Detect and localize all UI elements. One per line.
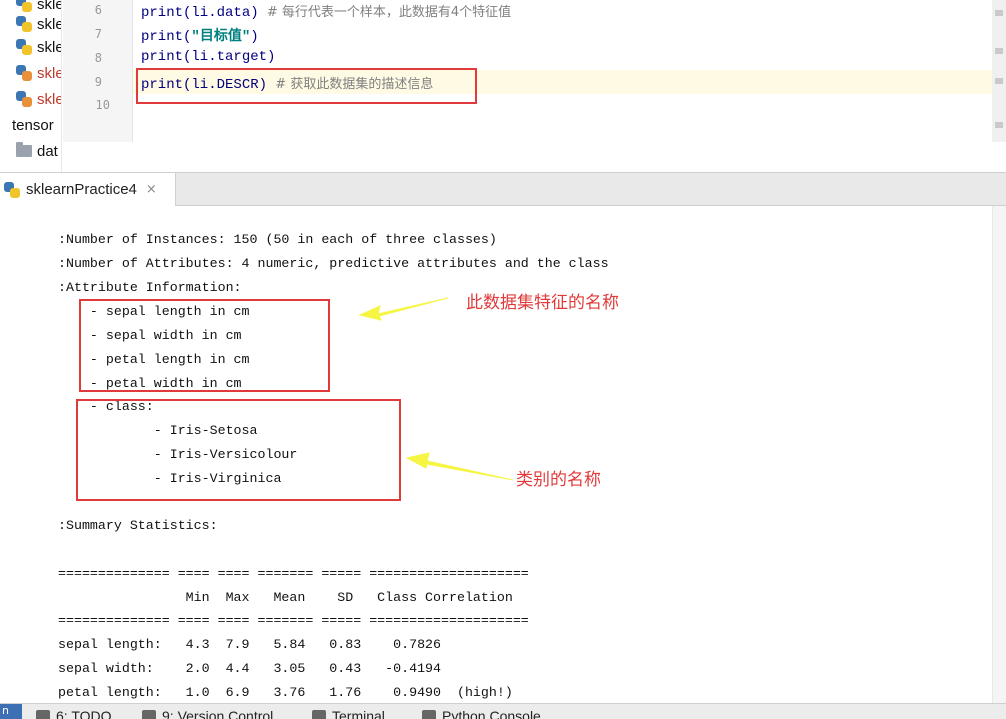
python-console-label: Python Console bbox=[442, 708, 541, 719]
annotation-label-classes: 类别的名称 bbox=[516, 470, 601, 490]
annotation-box-classes bbox=[76, 399, 401, 501]
line-number: 7 bbox=[94, 27, 102, 41]
console-line: petal length: 1.0 6.9 3.76 1.76 0.9490 (… bbox=[58, 685, 513, 700]
run-console-output[interactable]: :Number of Instances: 150 (50 in each of… bbox=[0, 206, 1006, 703]
python-file-icon bbox=[16, 65, 32, 81]
python-file-icon bbox=[16, 39, 32, 55]
highlight-box-descr bbox=[136, 68, 477, 104]
editor-scrollbar[interactable] bbox=[992, 0, 1006, 142]
code-line[interactable]: print(li.target) bbox=[141, 49, 275, 65]
tool-window-toggle[interactable]: n bbox=[0, 704, 22, 719]
console-line: ============== ==== ==== ======= ===== =… bbox=[58, 613, 529, 628]
python-console-icon bbox=[422, 710, 436, 719]
tool-window-bar: n 6: TODO 9: Version Control Terminal Py… bbox=[0, 703, 1006, 719]
console-line: ============== ==== ==== ======= ===== =… bbox=[58, 566, 529, 581]
python-console-button[interactable]: Python Console bbox=[422, 708, 541, 719]
python-file-icon bbox=[16, 16, 32, 32]
annotation-label-features: 此数据集特征的名称 bbox=[466, 293, 619, 313]
python-file-icon bbox=[4, 181, 20, 198]
annotation-box-features bbox=[79, 299, 330, 392]
todo-label: 6: TODO bbox=[56, 708, 112, 719]
terminal-label: Terminal bbox=[332, 708, 385, 719]
tree-item-tensor[interactable]: tensor bbox=[12, 115, 54, 135]
code-text: print(li.target) bbox=[141, 49, 276, 65]
tree-item-python-file-4[interactable]: skle bbox=[16, 63, 62, 83]
python-file-icon bbox=[16, 91, 32, 107]
tree-item-python-file-1[interactable]: skle bbox=[16, 0, 62, 14]
tree-item-label: tensor bbox=[12, 116, 54, 134]
tree-item-label: skle bbox=[37, 0, 62, 13]
version-control-label: 9: Version Control bbox=[162, 708, 274, 719]
console-line: sepal length: 4.3 7.9 5.84 0.83 0.7826 bbox=[58, 637, 442, 652]
close-icon[interactable]: × bbox=[146, 182, 157, 197]
tree-item-label: dat bbox=[37, 142, 58, 160]
code-comment: # 每行代表一个样本，此数据有4个特征值 bbox=[258, 5, 512, 20]
line-number: 8 bbox=[94, 51, 102, 65]
tree-item-python-file-3[interactable]: skle bbox=[16, 37, 62, 57]
tree-item-label: skle bbox=[37, 90, 62, 108]
code-line[interactable]: print("目标值") bbox=[141, 25, 259, 45]
version-control-icon bbox=[142, 710, 156, 719]
tree-item-python-file-5[interactable]: skle bbox=[16, 89, 62, 109]
folder-icon bbox=[16, 142, 32, 157]
terminal-button[interactable]: Terminal bbox=[312, 708, 385, 719]
tree-item-label: skle bbox=[37, 15, 62, 33]
console-line: Min Max Mean SD Class Correlation bbox=[58, 590, 513, 605]
todo-button[interactable]: 6: TODO bbox=[36, 708, 112, 719]
console-line: :Number of Attributes: 4 numeric, predic… bbox=[58, 256, 609, 271]
console-line: :Number of Instances: 150 (50 in each of… bbox=[58, 232, 497, 247]
arrow-icon bbox=[358, 297, 449, 321]
code-text: print( bbox=[141, 29, 192, 45]
code-line[interactable]: print(li.data) # 每行代表一个样本，此数据有4个特征值 bbox=[141, 1, 511, 21]
code-string: "目标值" bbox=[191, 29, 251, 45]
tab-sklearnpractice4[interactable]: sklearnPractice4 × bbox=[0, 173, 176, 206]
line-number: 9 bbox=[94, 75, 102, 89]
python-file-icon bbox=[16, 0, 32, 12]
line-number: 6 bbox=[94, 3, 102, 17]
version-control-button[interactable]: 9: Version Control bbox=[142, 708, 273, 719]
console-line: sepal width: 2.0 4.4 3.05 0.43 -0.4194 bbox=[58, 661, 442, 676]
terminal-icon bbox=[312, 710, 326, 719]
tree-item-label: skle bbox=[37, 38, 62, 56]
tree-item-folder[interactable]: dat bbox=[16, 141, 58, 161]
arrow-icon bbox=[405, 452, 514, 481]
todo-icon bbox=[36, 710, 50, 719]
run-tab-bar: sklearnPractice4 × bbox=[0, 172, 1006, 206]
code-text: ) bbox=[250, 29, 259, 45]
code-text: print(li.data) bbox=[141, 5, 259, 21]
code-editor[interactable]: print(li.data) # 每行代表一个样本，此数据有4个特征值 prin… bbox=[133, 0, 1006, 142]
tree-item-python-file-2[interactable]: skle bbox=[16, 14, 62, 34]
console-line: :Attribute Information: bbox=[58, 280, 242, 295]
editor-gutter: 6 7 8 9 10 bbox=[63, 0, 133, 142]
tree-item-label: skle bbox=[37, 64, 62, 82]
console-scrollbar[interactable] bbox=[992, 206, 1006, 703]
tab-label: sklearnPractice4 bbox=[26, 181, 137, 198]
project-tree: skle skle skle skle skle tensor dat bbox=[0, 0, 62, 172]
console-line: :Summary Statistics: bbox=[58, 518, 218, 533]
line-number: 10 bbox=[95, 98, 110, 112]
